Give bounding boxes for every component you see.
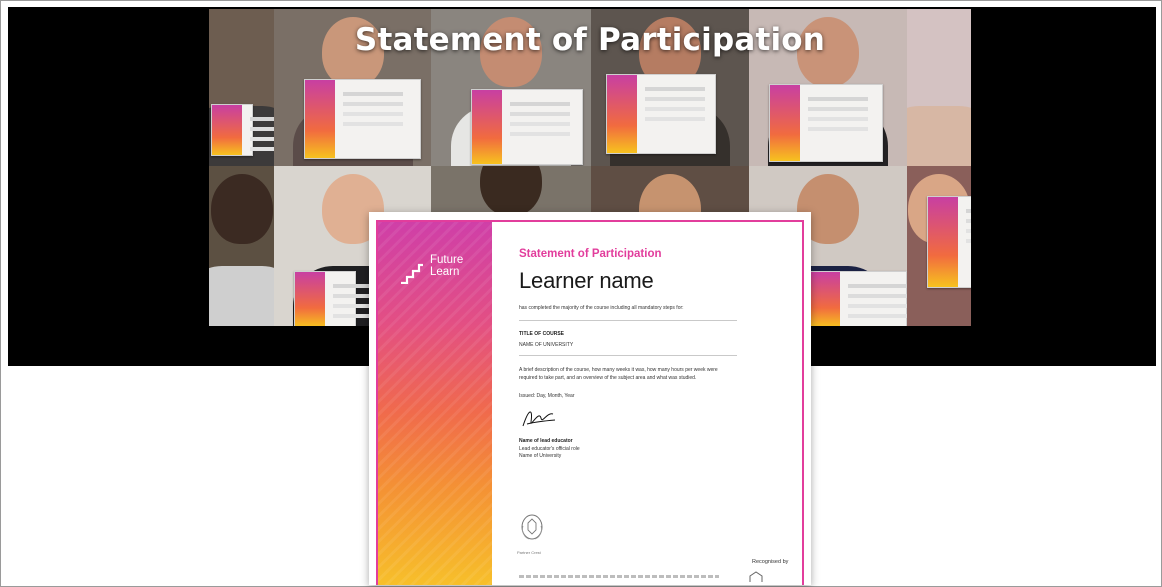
course-title: TITLE OF COURSE	[519, 331, 564, 337]
educator-name: Name of lead educator	[519, 438, 573, 444]
issued-date: Issued: Day, Month, Year	[519, 393, 575, 399]
university-crest-icon	[521, 514, 543, 540]
certificate-heading: Statement of Participation	[519, 248, 662, 260]
photo-tile	[907, 166, 971, 326]
page-title: Statement of Participation	[354, 22, 826, 58]
photo-tile	[209, 166, 274, 326]
course-description: A brief description of the course, how m…	[519, 367, 718, 381]
certificate-fine-print	[519, 575, 719, 578]
certificate-preview: Future Learn Statement of Participation …	[369, 212, 811, 585]
divider	[519, 320, 737, 321]
educator-university: Name of University	[519, 453, 562, 459]
completion-line: has completed the majority of the course…	[519, 305, 684, 311]
recognised-by-label: Recognised by	[752, 559, 789, 565]
university-name: NAME OF UNIVERSITY	[519, 342, 574, 348]
recognition-logo-icon	[749, 571, 763, 582]
crest-caption: Partner Crest	[517, 550, 541, 555]
signature-image	[522, 411, 556, 427]
divider	[519, 355, 737, 356]
certificate-body: Statement of Participation Learner name …	[519, 248, 799, 460]
learner-name: Learner name	[519, 268, 654, 293]
